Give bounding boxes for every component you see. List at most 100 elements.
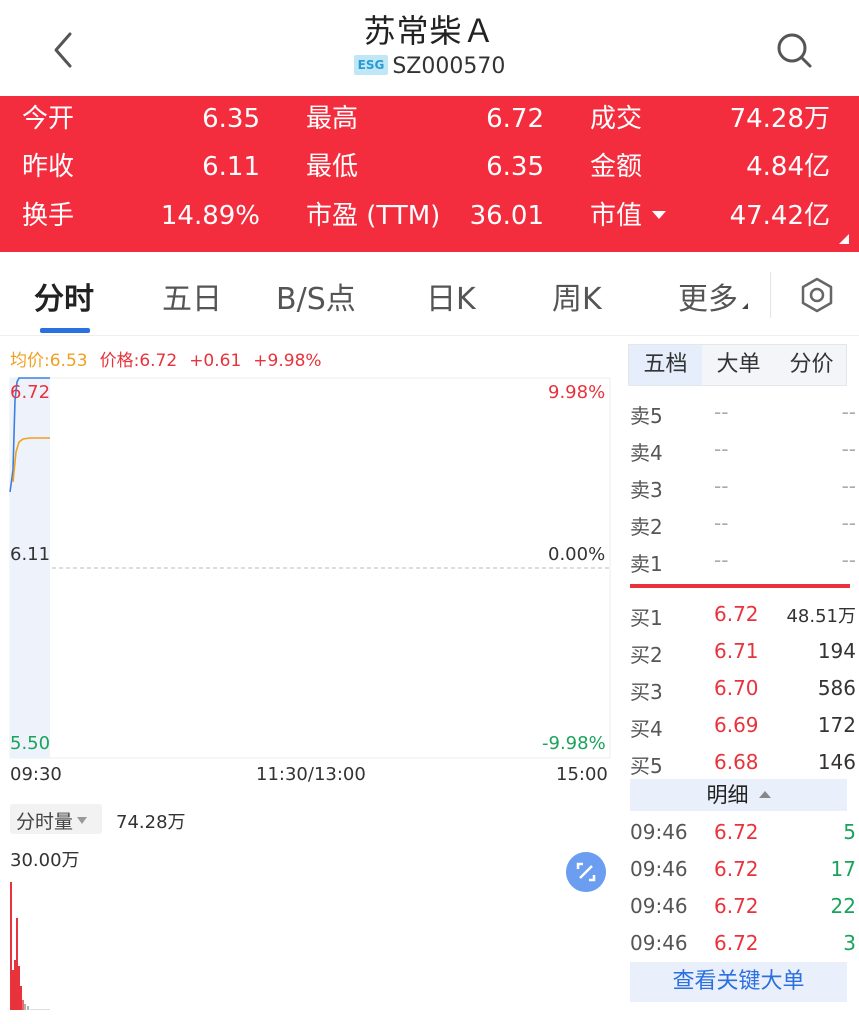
buy-level-volume: 172 bbox=[817, 713, 856, 737]
view-key-orders-button[interactable]: 查看关键大单 bbox=[630, 962, 847, 1002]
tab-five-day[interactable]: 五日 bbox=[162, 274, 222, 318]
quote-panel: 今开 6.35 最高 6.72 成交 74.28万 昨收 6.11 最低 6.3… bbox=[0, 96, 859, 252]
tab-more[interactable]: 更多 bbox=[678, 274, 748, 318]
low-label: 最低 bbox=[306, 152, 359, 182]
tab-weekly-k[interactable]: 周K bbox=[552, 274, 602, 318]
sell-level-label: 卖4 bbox=[630, 441, 663, 465]
sell-level-volume: -- bbox=[841, 400, 856, 424]
chart-legend: 均价:6.53 价格:6.72 +0.61 +9.98% bbox=[10, 346, 334, 371]
buy-level-label: 买5 bbox=[630, 754, 663, 778]
trade-detail-toggle[interactable]: 明细 bbox=[630, 779, 847, 811]
buy-level-price: 6.71 bbox=[714, 639, 759, 663]
trade-detail-row: 09:46 6.72 17 bbox=[630, 857, 856, 887]
search-icon[interactable] bbox=[772, 28, 816, 72]
sell-level-row: 卖2 -- -- bbox=[630, 511, 856, 541]
expand-corner-icon[interactable] bbox=[839, 234, 849, 244]
tab-daily-k[interactable]: 日K bbox=[426, 274, 476, 318]
order-book-tabs: 五档 大单 分价 bbox=[628, 344, 847, 386]
dropdown-triangle-icon bbox=[77, 817, 88, 824]
tab-timeshare[interactable]: 分时 bbox=[34, 274, 94, 318]
fullscreen-toggle-icon[interactable] bbox=[566, 852, 606, 892]
low-value: 6.35 bbox=[486, 152, 544, 182]
time-axis-start: 09:30 bbox=[10, 764, 62, 785]
high-value: 6.72 bbox=[486, 104, 544, 134]
trade-volume: 3 bbox=[843, 931, 856, 955]
sell-level-label: 卖2 bbox=[630, 515, 663, 539]
amount-value: 4.84亿 bbox=[746, 152, 830, 182]
sell-level-label: 卖5 bbox=[630, 404, 663, 428]
sell-level-price: -- bbox=[714, 548, 729, 572]
buy-level-price: 6.72 bbox=[714, 602, 759, 626]
trade-time: 09:46 bbox=[630, 931, 688, 955]
pe-label: 市盈 (TTM) bbox=[306, 201, 441, 231]
trade-volume: 22 bbox=[830, 894, 856, 918]
tab-price-distribution[interactable]: 分价 bbox=[775, 345, 848, 385]
caret-down-icon bbox=[652, 210, 667, 219]
volume-label: 成交 bbox=[590, 104, 643, 134]
tab-bs-points[interactable]: B/S点 bbox=[276, 274, 356, 318]
stock-name: 苏常柴Ａ bbox=[363, 12, 496, 50]
buy-level-price: 6.68 bbox=[714, 750, 759, 774]
sell-level-row: 卖1 -- -- bbox=[630, 548, 856, 578]
trade-detail-row: 09:46 6.72 22 bbox=[630, 894, 856, 924]
trade-time: 09:46 bbox=[630, 857, 688, 881]
trade-detail-label: 明细 bbox=[706, 783, 749, 807]
tab-big-orders[interactable]: 大单 bbox=[702, 345, 775, 385]
pct-axis-high: 9.98% bbox=[548, 382, 606, 403]
more-triangle-icon bbox=[742, 303, 748, 309]
volume-indicator-selector[interactable]: 分时量 bbox=[10, 804, 102, 834]
buy-level-price: 6.69 bbox=[714, 713, 759, 737]
sell-level-volume: -- bbox=[841, 474, 856, 498]
trade-time: 09:46 bbox=[630, 894, 688, 918]
buy-level-row: 买4 6.69 172 bbox=[630, 713, 856, 743]
price-axis-mid: 6.11 bbox=[10, 544, 51, 565]
esg-badge[interactable]: ESG bbox=[353, 55, 389, 75]
volume-bars bbox=[10, 882, 50, 1010]
buy-level-volume: 48.51万 bbox=[786, 606, 856, 627]
buy-level-volume: 194 bbox=[817, 639, 856, 663]
trade-volume: 5 bbox=[843, 820, 856, 844]
buy-level-price: 6.70 bbox=[714, 676, 759, 700]
pe-value: 36.01 bbox=[469, 201, 544, 231]
trade-detail-row: 09:46 6.72 3 bbox=[630, 931, 856, 961]
buy-level-volume: 586 bbox=[817, 676, 856, 700]
intraday-chart[interactable] bbox=[0, 370, 620, 1010]
buy-level-row: 买1 6.72 48.51万 bbox=[630, 602, 856, 632]
sell-level-volume: -- bbox=[841, 437, 856, 461]
chevron-up-icon bbox=[758, 790, 771, 798]
sell-level-volume: -- bbox=[841, 511, 856, 535]
market-cap-selector[interactable]: 市值 bbox=[590, 201, 667, 231]
legend-avg: 均价:6.53 bbox=[10, 351, 88, 371]
buy-level-label: 买3 bbox=[630, 680, 663, 704]
high-label: 最高 bbox=[306, 104, 359, 134]
sell-level-row: 卖4 -- -- bbox=[630, 437, 856, 467]
turnover-label: 换手 bbox=[22, 201, 75, 231]
buy-level-row: 买3 6.70 586 bbox=[630, 676, 856, 706]
settings-icon[interactable] bbox=[798, 276, 836, 314]
buy-level-row: 买5 6.68 146 bbox=[630, 750, 856, 780]
sell-level-price: -- bbox=[714, 400, 729, 424]
turnover-value: 14.89% bbox=[160, 201, 260, 231]
tab-five-levels[interactable]: 五档 bbox=[629, 345, 702, 385]
volume-selector-label: 分时量 bbox=[16, 811, 74, 833]
buy-level-row: 买2 6.71 194 bbox=[630, 639, 856, 669]
trade-price: 6.72 bbox=[714, 894, 759, 918]
sell-level-row: 卖3 -- -- bbox=[630, 474, 856, 504]
sell-level-volume: -- bbox=[841, 548, 856, 572]
pct-axis-low: -9.98% bbox=[542, 733, 606, 754]
prev-close-label: 昨收 bbox=[22, 152, 75, 182]
prev-close-value: 6.11 bbox=[202, 152, 260, 182]
trade-price: 6.72 bbox=[714, 820, 759, 844]
sell-level-label: 卖1 bbox=[630, 552, 663, 576]
trade-volume: 17 bbox=[830, 857, 856, 881]
sell-level-price: -- bbox=[714, 511, 729, 535]
bid-ask-separator bbox=[630, 584, 850, 588]
volume-total: 74.28万 bbox=[116, 812, 186, 833]
open-value: 6.35 bbox=[202, 104, 260, 134]
active-tab-indicator bbox=[40, 328, 90, 333]
price-axis-low: 5.50 bbox=[10, 733, 51, 754]
time-axis-end: 15:00 bbox=[556, 764, 608, 785]
trade-detail-row: 09:46 6.72 5 bbox=[630, 820, 856, 850]
buy-level-label: 买2 bbox=[630, 643, 663, 667]
legend-price: 价格:6.72 bbox=[99, 351, 178, 371]
